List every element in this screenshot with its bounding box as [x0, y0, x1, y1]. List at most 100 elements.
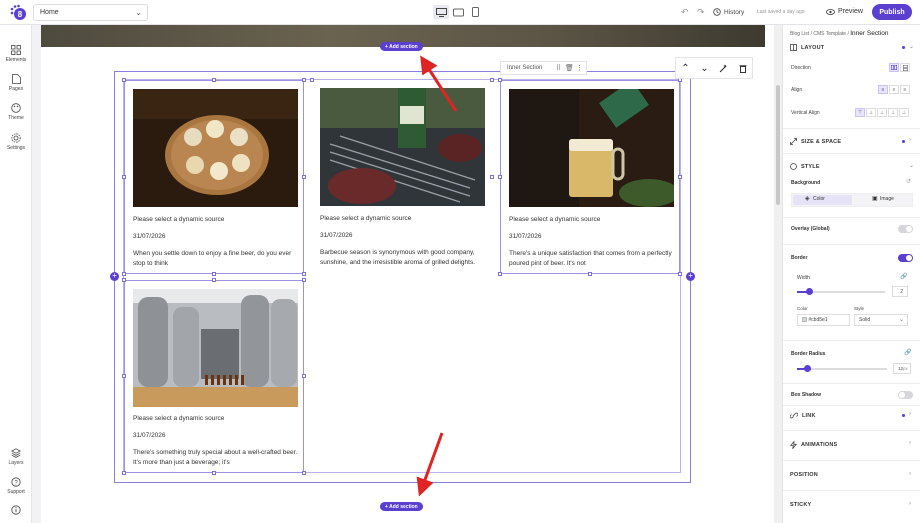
- desktop-icon: [435, 7, 447, 17]
- chevron-down-icon[interactable]: ⌄: [909, 162, 914, 169]
- section-title: STYLE: [801, 163, 820, 170]
- link-icon[interactable]: 🔗: [904, 349, 911, 356]
- canvas-scrollbar[interactable]: [774, 25, 782, 523]
- breadcrumb: Blog List / CMS Template / Inner Section: [790, 30, 889, 37]
- svg-text:8: 8: [18, 10, 23, 19]
- chevron-right-icon[interactable]: ›: [909, 440, 911, 446]
- border-style-value: Solid: [859, 317, 871, 323]
- box-shadow-toggle[interactable]: [898, 391, 913, 399]
- last-saved-status: Last saved a day ago: [757, 9, 805, 15]
- toggle-knob: [906, 226, 912, 232]
- undo-icon[interactable]: ↶: [681, 7, 689, 18]
- section-size-space-header[interactable]: SIZE & SPACE: [790, 138, 841, 145]
- trash-icon[interactable]: [739, 64, 747, 73]
- valign-stretch-icon: ⊥: [890, 109, 896, 116]
- link-icon[interactable]: 🔗: [900, 273, 907, 280]
- valign-bottom-button[interactable]: ⊥: [877, 108, 887, 117]
- border-color-input[interactable]: #cbd5e1: [797, 314, 850, 326]
- align-center-button[interactable]: ≡: [889, 85, 899, 94]
- align-left-button[interactable]: ≡: [878, 85, 888, 94]
- chevron-right-icon[interactable]: ›: [909, 137, 911, 143]
- section-animations-header[interactable]: ANIMATIONS: [790, 441, 837, 449]
- chevron-right-icon[interactable]: ›: [909, 501, 911, 507]
- mobile-icon: [471, 7, 479, 17]
- link-icon: [790, 412, 798, 419]
- top-bar: 8 Home ⌄ ↶ ↷ History Last saved a day ag…: [0, 0, 920, 25]
- border-style-select[interactable]: Solid ⌄: [854, 314, 908, 326]
- history-button[interactable]: History: [713, 8, 744, 16]
- border-width-input[interactable]: 2: [892, 286, 908, 297]
- page-select-dropdown[interactable]: Home ⌄: [33, 4, 148, 21]
- direction-row-button[interactable]: [889, 63, 899, 72]
- slider-knob[interactable]: [804, 365, 811, 372]
- bg-color-tab-label: Color: [813, 196, 825, 202]
- reset-icon[interactable]: ↺: [906, 178, 911, 185]
- grid-icon: [11, 45, 21, 55]
- redo-icon[interactable]: ↷: [697, 7, 705, 18]
- info-button[interactable]: [0, 505, 32, 517]
- page-select-value: Home: [40, 9, 59, 16]
- magic-wand-icon[interactable]: [719, 64, 728, 73]
- trash-icon[interactable]: 🗑: [565, 64, 574, 72]
- sidebar-item-label: Elements: [5, 57, 27, 63]
- valign-between-button[interactable]: ⊥: [899, 108, 909, 117]
- border-toggle[interactable]: [898, 254, 913, 262]
- valign-middle-icon: ⊥: [868, 109, 874, 116]
- drag-handle-icon[interactable]: ⠿: [556, 64, 561, 72]
- section-link-header[interactable]: LINK: [790, 412, 816, 419]
- sidebar-item-layers[interactable]: Layers: [0, 448, 32, 466]
- overlay-toggle[interactable]: [898, 225, 913, 233]
- align-right-button[interactable]: ≡: [900, 85, 910, 94]
- properties-panel: Blog List / CMS Template / Inner Section…: [782, 25, 920, 523]
- border-radius-input[interactable]: 12px: [893, 363, 911, 374]
- section-layout-header[interactable]: LAYOUT: [790, 44, 824, 51]
- valign-between-icon: ⊥: [901, 109, 907, 116]
- chevron-down-icon[interactable]: ⌄: [909, 43, 914, 50]
- divider: [783, 430, 920, 431]
- breadcrumb-item[interactable]: Blog List: [790, 31, 809, 37]
- section-title: SIZE & SPACE: [801, 138, 842, 145]
- section-style-header[interactable]: STYLE: [790, 163, 820, 170]
- section-position-header[interactable]: POSITION: [790, 472, 818, 478]
- valign-stretch-button[interactable]: ⊥: [888, 108, 898, 117]
- sidebar-item-pages[interactable]: Pages: [0, 74, 32, 92]
- chevron-right-icon[interactable]: ›: [909, 411, 911, 417]
- sidebar-item-theme[interactable]: Theme: [0, 103, 32, 121]
- scrollbar-thumb[interactable]: [776, 85, 780, 205]
- image-icon[interactable]: ▣: [872, 195, 878, 202]
- app-logo-icon[interactable]: 8: [9, 4, 27, 22]
- overlay-label: Overlay (Global): [791, 226, 830, 232]
- sidebar-item-settings[interactable]: Settings: [0, 133, 32, 151]
- vertical-align-label: Vertical Align: [791, 110, 820, 116]
- desktop-view-button[interactable]: [433, 5, 449, 19]
- bg-image-tab-label[interactable]: Image: [880, 196, 894, 202]
- color-swatch[interactable]: [802, 317, 807, 323]
- sidebar-item-label: Theme: [8, 115, 24, 121]
- chevron-down-icon: ⌄: [898, 317, 904, 323]
- tablet-view-button[interactable]: [450, 5, 466, 19]
- border-width-slider[interactable]: [797, 288, 885, 295]
- preview-button[interactable]: Preview: [826, 8, 863, 15]
- chevron-right-icon[interactable]: ›: [909, 471, 911, 477]
- section-sticky-header[interactable]: STICKY: [790, 502, 811, 508]
- publish-button[interactable]: Publish: [872, 4, 912, 20]
- editor-canvas[interactable]: + Add section Please select a dynamic so…: [32, 25, 765, 523]
- page-icon: [11, 74, 21, 84]
- sidebar-item-support[interactable]: ? Support: [0, 477, 32, 495]
- divider: [783, 490, 920, 491]
- background-type-toggle: Color ◈ ▣ Image: [791, 193, 913, 207]
- valign-middle-button[interactable]: ⊥: [866, 108, 876, 117]
- chevron-down-icon[interactable]: ⌄: [700, 63, 708, 74]
- breadcrumb-item[interactable]: CMS Template: [813, 31, 846, 37]
- inner-section-tag[interactable]: Inner Section ⠿ 🗑 ⋮: [500, 61, 587, 75]
- border-radius-slider[interactable]: [797, 365, 887, 372]
- chevron-up-icon[interactable]: ⌃: [681, 63, 689, 74]
- mobile-view-button[interactable]: [467, 5, 483, 19]
- sidebar-item-elements[interactable]: Elements: [0, 45, 32, 63]
- direction-column-button[interactable]: [900, 63, 910, 72]
- modified-dot: [902, 46, 905, 49]
- divider: [783, 153, 920, 154]
- more-options-icon[interactable]: ⋮: [576, 64, 583, 72]
- valign-top-button[interactable]: ⊤: [855, 108, 865, 117]
- slider-knob[interactable]: [806, 288, 813, 295]
